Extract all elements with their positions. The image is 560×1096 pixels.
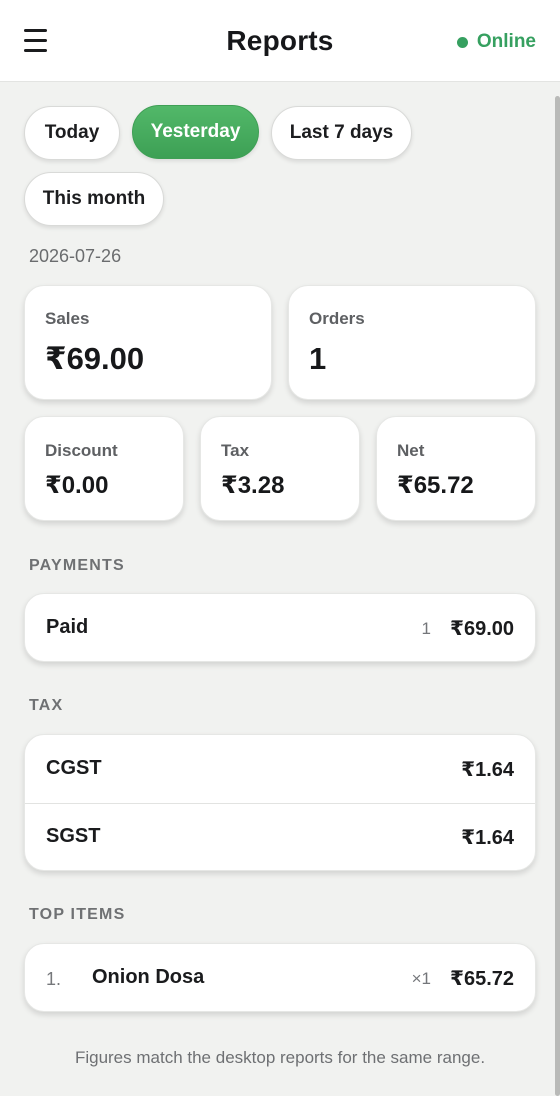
net-label: Net xyxy=(397,441,425,460)
footnote: Figures match the desktop reports for th… xyxy=(74,1048,486,1067)
net-value: ₹65.72 xyxy=(397,472,474,499)
orders-card: Orders 1 xyxy=(288,285,536,400)
tax-value: ₹3.28 xyxy=(221,472,285,499)
orders-value: 1 xyxy=(309,341,327,376)
payments-card: Paid 1 ₹69.00 xyxy=(24,593,536,662)
payment-method: Paid xyxy=(46,616,89,638)
sales-card: Sales ₹69.00 xyxy=(24,285,272,400)
payment-amount: ₹69.00 xyxy=(450,618,514,640)
top-bar: Reports Online xyxy=(0,0,560,82)
tax-breakdown-card: CGST ₹1.64 SGST ₹1.64 xyxy=(24,734,536,871)
tax-card: Tax ₹3.28 xyxy=(200,416,360,521)
item-name: Onion Dosa xyxy=(92,966,205,988)
report-date: 2026-07-26 xyxy=(29,246,122,266)
filter-last-7-days-chip[interactable]: Last 7 days xyxy=(271,106,412,160)
scrollbar[interactable] xyxy=(555,96,560,1096)
status-text: Online xyxy=(476,31,536,52)
net-card: Net ₹65.72 xyxy=(376,416,536,521)
tax-label: Tax xyxy=(221,441,250,460)
payment-count: 1 xyxy=(421,619,431,638)
top-items-section-title: TOP ITEMS xyxy=(29,906,126,923)
tax-row: CGST ₹1.64 xyxy=(25,735,535,803)
top-items-card: 1. Onion Dosa ×1 ₹65.72 xyxy=(24,943,536,1012)
item-quantity: ×1 xyxy=(411,969,431,988)
orders-label: Orders xyxy=(309,309,365,328)
tax-section-title: TAX xyxy=(29,697,64,714)
discount-card: Discount ₹0.00 xyxy=(24,416,184,521)
status-dot-icon xyxy=(456,36,468,48)
top-item-row: 1. Onion Dosa ×1 ₹65.72 xyxy=(25,944,535,1012)
item-amount: ₹65.72 xyxy=(450,968,514,990)
tax-amount: ₹1.64 xyxy=(461,759,514,781)
filter-yesterday-chip[interactable]: Yesterday xyxy=(132,105,259,159)
sales-value: ₹69.00 xyxy=(45,341,145,376)
discount-label: Discount xyxy=(45,441,118,460)
connection-status: Online xyxy=(456,31,536,53)
tax-name: SGST xyxy=(46,825,101,847)
item-rank: 1. xyxy=(46,969,62,989)
tax-amount: ₹1.64 xyxy=(461,827,514,849)
filter-today-chip[interactable]: Today xyxy=(24,106,120,160)
payment-row: Paid 1 ₹69.00 xyxy=(25,594,535,662)
tax-name: CGST xyxy=(46,757,102,779)
discount-value: ₹0.00 xyxy=(45,472,109,499)
filter-this-month-chip[interactable]: This month xyxy=(24,172,164,226)
payments-section-title: PAYMENTS xyxy=(29,557,125,574)
tax-row: SGST ₹1.64 xyxy=(25,803,535,871)
sales-label: Sales xyxy=(45,309,90,328)
